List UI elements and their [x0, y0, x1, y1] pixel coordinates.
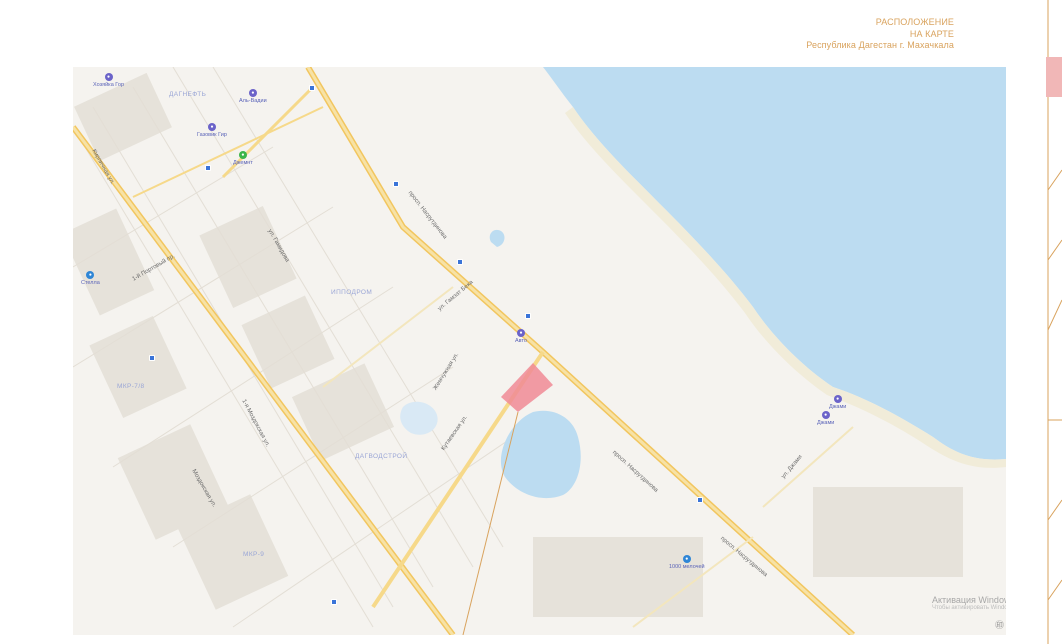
bus-stop-icon	[525, 313, 531, 319]
lake-pond	[500, 410, 581, 499]
lake-west	[400, 401, 438, 435]
mosque-icon: ●	[821, 411, 830, 419]
bus-stop-icon	[393, 181, 399, 187]
district-mkr-9: МКР-9	[243, 551, 265, 558]
poi-gazovik[interactable]: ● Газовик Гир	[197, 123, 227, 138]
header-title-line1: РАСПОЛОЖЕНИЕ	[875, 17, 954, 27]
sea-area	[543, 67, 1006, 460]
header-location: Республика Дагестан г. Махачкала	[806, 40, 954, 50]
gas-station-icon: ●	[86, 271, 95, 279]
store-icon: ●	[104, 73, 113, 81]
plot-leader-line	[462, 411, 519, 635]
poi-al-vadi[interactable]: ● Аль-Вадии	[239, 89, 267, 104]
bus-stop-icon	[309, 85, 315, 91]
windows-activation-watermark: Активация Windows Чтобы активировать Win…	[932, 595, 1006, 611]
poi-stella[interactable]: ● Стелла	[81, 271, 100, 286]
poi-auto[interactable]: ● Авто	[515, 329, 527, 344]
bus-stop-icon	[149, 355, 155, 361]
map-copyright-mark: ㊞	[994, 620, 1004, 630]
bus-stop-icon	[457, 259, 463, 265]
bus-stop-icon	[205, 165, 211, 171]
bus-stop-icon	[331, 599, 337, 605]
poi-park[interactable]: ● Джемнт	[233, 151, 253, 166]
header-title-line2: НА КАРТЕ	[909, 28, 954, 39]
lake-small	[489, 229, 505, 247]
mosque-icon: ●	[833, 395, 842, 403]
watermark-title: Активация Windows	[932, 595, 1006, 605]
district-mkr-7-8: МКР-7/8	[117, 383, 145, 390]
header-cut-text	[755, 0, 905, 3]
map-canvas	[73, 67, 1006, 635]
bus-stop-icon	[697, 497, 703, 503]
car-icon: ●	[517, 329, 525, 337]
hotel-icon: ●	[248, 89, 257, 97]
district-dagneft: ДАГНЕФТЬ	[169, 91, 207, 98]
poi-dzhami-2[interactable]: ● Джами	[817, 411, 834, 426]
poi-dzhami-1[interactable]: ● Джами	[829, 395, 846, 410]
poi-khozyaika-gor[interactable]: ● Хозяйка Гор	[93, 73, 124, 88]
location-header: РАСПОЛОЖЕНИЕ НА КАРТЕ Республика Дагеста…	[806, 17, 954, 52]
watermark-subtitle: Чтобы активировать Windows	[932, 605, 1006, 611]
district-ippodrom: ИППОДРОМ	[331, 289, 373, 296]
city-map[interactable]: ДАГНЕФТЬ ИППОДРОМ МКР-7/8 ДАГВОДСТРОЙ МК…	[73, 67, 1006, 635]
district-dagvodstroy: ДАГВОДСТРОЙ	[355, 453, 408, 460]
park-icon: ●	[238, 151, 247, 159]
poi-1000-melochey[interactable]: ● 1000 мелочей	[669, 555, 705, 570]
decorative-red-marker	[1046, 57, 1062, 97]
store-icon: ●	[207, 123, 216, 131]
shop-icon: ●	[682, 555, 691, 563]
